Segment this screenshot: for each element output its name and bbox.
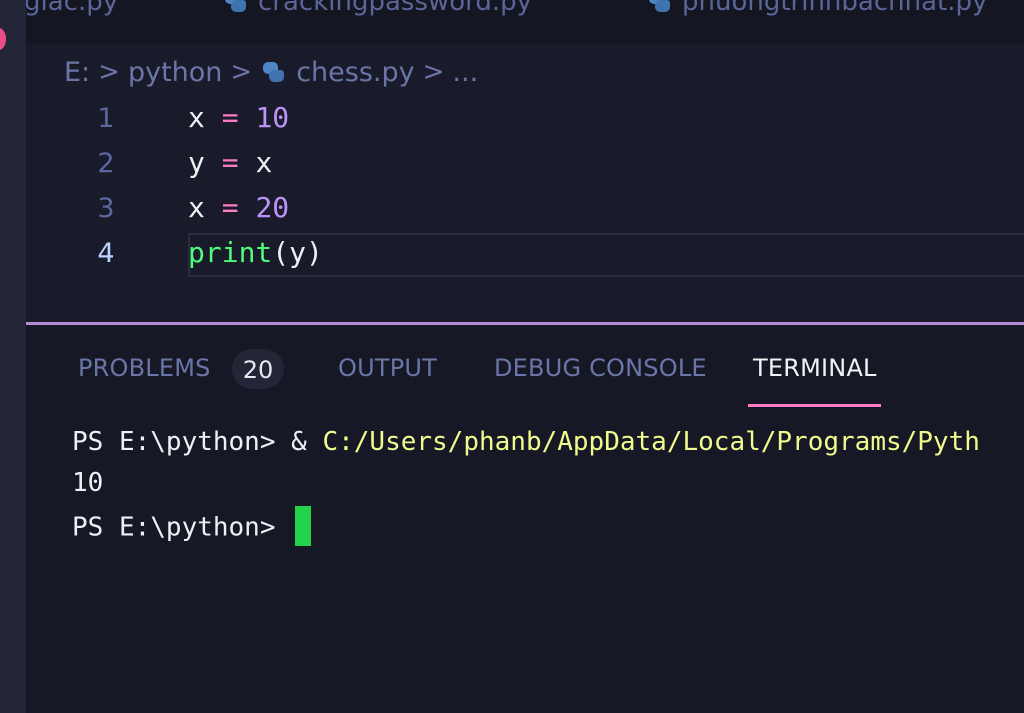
python-file-icon: [646, 0, 672, 15]
bottom-panel: PROBLEMS 20 OUTPUT DEBUG CONSOLE TERMINA…: [26, 325, 1024, 713]
code-token: =: [221, 146, 239, 179]
breadcrumb-file[interactable]: chess.py: [260, 56, 415, 88]
code-editor[interactable]: E: > python > chess.py > ... 1 x = 10 2 …: [26, 44, 1024, 322]
python-file-icon: [260, 59, 286, 85]
code-token: x: [188, 101, 205, 134]
code-line-active[interactable]: 4 print(y): [26, 231, 1024, 277]
tab-debug-console[interactable]: DEBUG CONSOLE: [494, 354, 707, 382]
code-text: print(y): [188, 236, 323, 269]
tab-label: giac.py: [26, 0, 119, 17]
code-text: x = 10: [188, 101, 289, 134]
terminal-prompt: PS E:\python>: [72, 512, 292, 543]
code-token: (: [272, 236, 290, 269]
code-token: 20: [255, 191, 290, 224]
code-token: 10: [255, 101, 290, 134]
breadcrumb-folder[interactable]: python: [128, 57, 222, 88]
code-token: y: [289, 236, 307, 269]
chevron-right-icon: >: [98, 57, 120, 87]
line-number: 4: [97, 238, 115, 269]
code-token: y: [188, 146, 205, 179]
tab-label: crackingpassword.py: [258, 0, 533, 17]
code-text: x = 20: [188, 191, 289, 224]
line-number: 3: [97, 193, 115, 224]
python-file-icon: [222, 0, 248, 15]
terminal-command: C:/Users/phanb/AppData/Local/Programs/Py…: [322, 427, 980, 457]
activity-bar: [0, 0, 26, 713]
notification-dot: [0, 28, 6, 50]
terminal-line: PS E:\python> & C:/Users/phanb/AppData/L…: [72, 427, 980, 457]
terminal-cursor: [295, 506, 312, 546]
tab-phuongtrinhbacnhat[interactable]: phuongtrinhbacnhat.py: [646, 0, 987, 22]
active-tab-indicator: [748, 404, 881, 407]
tab-problems[interactable]: PROBLEMS: [78, 354, 211, 382]
code-token: x: [188, 191, 205, 224]
problems-count-badge: 20: [232, 349, 284, 389]
terminal-output: 10: [72, 468, 104, 498]
code-line[interactable]: 2 y = x: [26, 141, 1024, 185]
code-line[interactable]: 1 x = 10: [26, 96, 1024, 140]
code-line[interactable]: 3 x = 20: [26, 186, 1024, 230]
code-token: print: [188, 236, 273, 269]
tab-output[interactable]: OUTPUT: [338, 354, 437, 382]
chevron-right-icon: >: [230, 57, 253, 87]
terminal-input-line[interactable]: PS E:\python>: [72, 506, 312, 548]
editor-tab-bar: giac.py crackingpassword.py phuongtrinhb…: [26, 0, 1024, 44]
line-number: 1: [97, 103, 115, 134]
breadcrumb-drive[interactable]: E:: [64, 57, 90, 88]
breadcrumb-file-label: chess.py: [296, 56, 415, 88]
code-token: =: [221, 191, 239, 224]
breadcrumb: E: > python > chess.py > ...: [64, 52, 478, 92]
code-token: ): [306, 236, 323, 269]
tab-giac[interactable]: giac.py: [26, 0, 118, 22]
terminal-prompt: PS E:\python> &: [72, 427, 323, 457]
tab-label: phuongtrinhbacnhat.py: [682, 0, 988, 17]
tab-crackingpassword[interactable]: crackingpassword.py: [222, 0, 532, 22]
code-text: y = x: [188, 146, 272, 179]
code-token: x: [255, 146, 273, 179]
chevron-right-icon: >: [422, 57, 445, 87]
vscode-window: giac.py crackingpassword.py phuongtrinhb…: [0, 0, 1024, 713]
breadcrumb-more[interactable]: ...: [452, 57, 478, 88]
code-token: =: [221, 101, 239, 134]
tab-terminal[interactable]: TERMINAL: [753, 354, 877, 382]
line-number: 2: [97, 148, 115, 179]
